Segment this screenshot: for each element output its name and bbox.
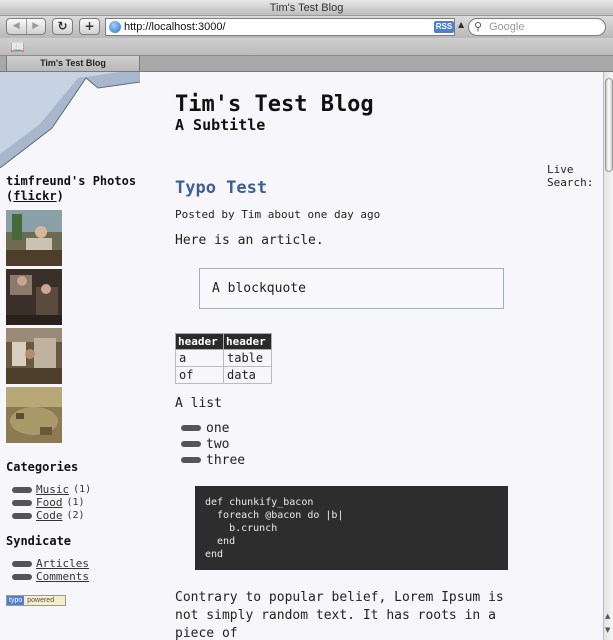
table-header: header (175, 333, 224, 350)
photo-thumbnail[interactable] (6, 387, 62, 443)
blockquote: A blockquote (199, 268, 504, 309)
photos-heading-text: timfreund's Photos (6, 174, 137, 188)
bullet-icon (12, 499, 32, 506)
tab-tims-test-blog[interactable]: Tim's Test Blog (6, 56, 140, 72)
photo-thumbnail[interactable] (6, 328, 62, 384)
typo-powered-badge[interactable]: typo powered (6, 595, 66, 606)
search-icon: ⚲ (474, 21, 483, 33)
bookmarks-bar: 📖 (0, 38, 613, 56)
page-viewport: Tim's Test Blog A Subtitle timfreund's P… (0, 72, 603, 640)
rss-badge[interactable]: RSS (434, 21, 454, 33)
table-cell: of (175, 366, 224, 384)
table-cell: data (223, 366, 272, 384)
table-row: a table (175, 349, 272, 367)
chevron-down-icon[interactable]: ▲ (458, 20, 464, 29)
syndicate-list: Articles Comments (6, 557, 156, 583)
category-link-code[interactable]: Code (36, 509, 63, 522)
live-search-label: Live Search: (547, 163, 594, 189)
categories-list: Music (1) Food (1) Code (2) (6, 483, 156, 522)
list-item: Music (1) (6, 483, 156, 496)
table-header-row: header header (175, 333, 272, 350)
window-title: Tim's Test Blog (0, 0, 613, 16)
search-placeholder: Google (489, 21, 525, 33)
book-icon[interactable]: 📖 (10, 40, 25, 54)
tab-bar: Tim's Test Blog (0, 56, 613, 72)
list-intro: A list (175, 396, 222, 411)
photo-thumbnail[interactable] (6, 269, 62, 325)
article-list: one two three (175, 420, 535, 468)
bullet-icon (12, 560, 32, 567)
table-cell: table (223, 349, 272, 367)
globe-icon (109, 21, 121, 33)
reload-button[interactable]: ↻ (52, 18, 73, 35)
search-input[interactable]: ⚲ Google (468, 18, 606, 36)
list-item: two (175, 436, 535, 452)
code-block: def chunkify_bacon foreach @bacon do |b|… (195, 486, 508, 570)
photos-heading: timfreund's Photos (flickr) (6, 174, 156, 204)
scroll-up-arrow-icon[interactable]: ▲ (605, 612, 610, 620)
table-cell: a (175, 349, 224, 367)
article-title-link[interactable]: Typo Test (175, 178, 267, 198)
list-item: Comments (6, 570, 156, 583)
list-item-text: one (206, 420, 230, 436)
list-item: one (175, 420, 535, 436)
forward-arrow-icon[interactable]: ▶ (27, 19, 46, 34)
category-count: (2) (66, 510, 85, 521)
data-table: header header a table of data (175, 333, 272, 384)
photo-strip (6, 210, 62, 446)
list-item: three (175, 452, 535, 468)
list-item: Food (1) (6, 496, 156, 509)
category-link-music[interactable]: Music (36, 483, 69, 496)
photo-thumbnail[interactable] (6, 210, 62, 266)
article: Typo Test Posted by Tim about one day ag… (175, 178, 535, 640)
flickr-link[interactable]: flickr (13, 189, 56, 203)
bullet-icon (12, 573, 32, 580)
category-count: (1) (73, 484, 92, 495)
browser-toolbar: ◀ ▶ ↻ + http://localhost:3000/ RSS ▲ ⚲ G… (0, 16, 613, 38)
syndicate-link-articles[interactable]: Articles (36, 557, 89, 570)
badge-right: powered (24, 596, 65, 605)
address-bar[interactable]: http://localhost:3000/ RSS (105, 18, 455, 36)
bullet-icon (181, 425, 201, 431)
scrollbar-thumb[interactable] (605, 78, 613, 172)
syndicate-heading: Syndicate (6, 534, 72, 548)
url-text: http://localhost:3000/ (124, 21, 226, 33)
vertical-scrollbar[interactable]: ▲ ▼ (603, 72, 613, 640)
table-header: header (223, 333, 272, 350)
category-count: (1) (66, 497, 85, 508)
nav-buttons: ◀ ▶ (6, 18, 46, 35)
syndicate-link-comments[interactable]: Comments (36, 570, 89, 583)
list-item: Code (2) (6, 509, 156, 522)
list-item-text: two (206, 436, 230, 452)
blog-title: Tim's Test Blog (175, 92, 374, 117)
bullet-icon (12, 512, 32, 519)
categories-heading: Categories (6, 460, 79, 474)
add-bookmark-button[interactable]: + (79, 18, 100, 35)
category-link-food[interactable]: Food (36, 496, 63, 509)
bullet-icon (12, 486, 32, 493)
table-row: of data (175, 366, 272, 384)
back-arrow-icon[interactable]: ◀ (7, 19, 27, 34)
article-intro: Here is an article. (175, 233, 324, 248)
bullet-icon (181, 457, 201, 463)
scroll-down-arrow-icon[interactable]: ▼ (605, 626, 610, 634)
corner-decoration (0, 72, 140, 168)
blog-subtitle: A Subtitle (175, 116, 266, 134)
lorem-paragraph: Contrary to popular belief, Lorem Ipsum … (175, 590, 504, 640)
bullet-icon (181, 441, 201, 447)
article-meta: Posted by Tim about one day ago (175, 208, 381, 221)
list-item: Articles (6, 557, 156, 570)
badge-left: typo (7, 596, 25, 605)
sidebar: timfreund's Photos (flickr) Categories M… (6, 174, 156, 606)
list-item-text: three (206, 452, 246, 468)
photos-close-paren: ) (56, 189, 64, 203)
